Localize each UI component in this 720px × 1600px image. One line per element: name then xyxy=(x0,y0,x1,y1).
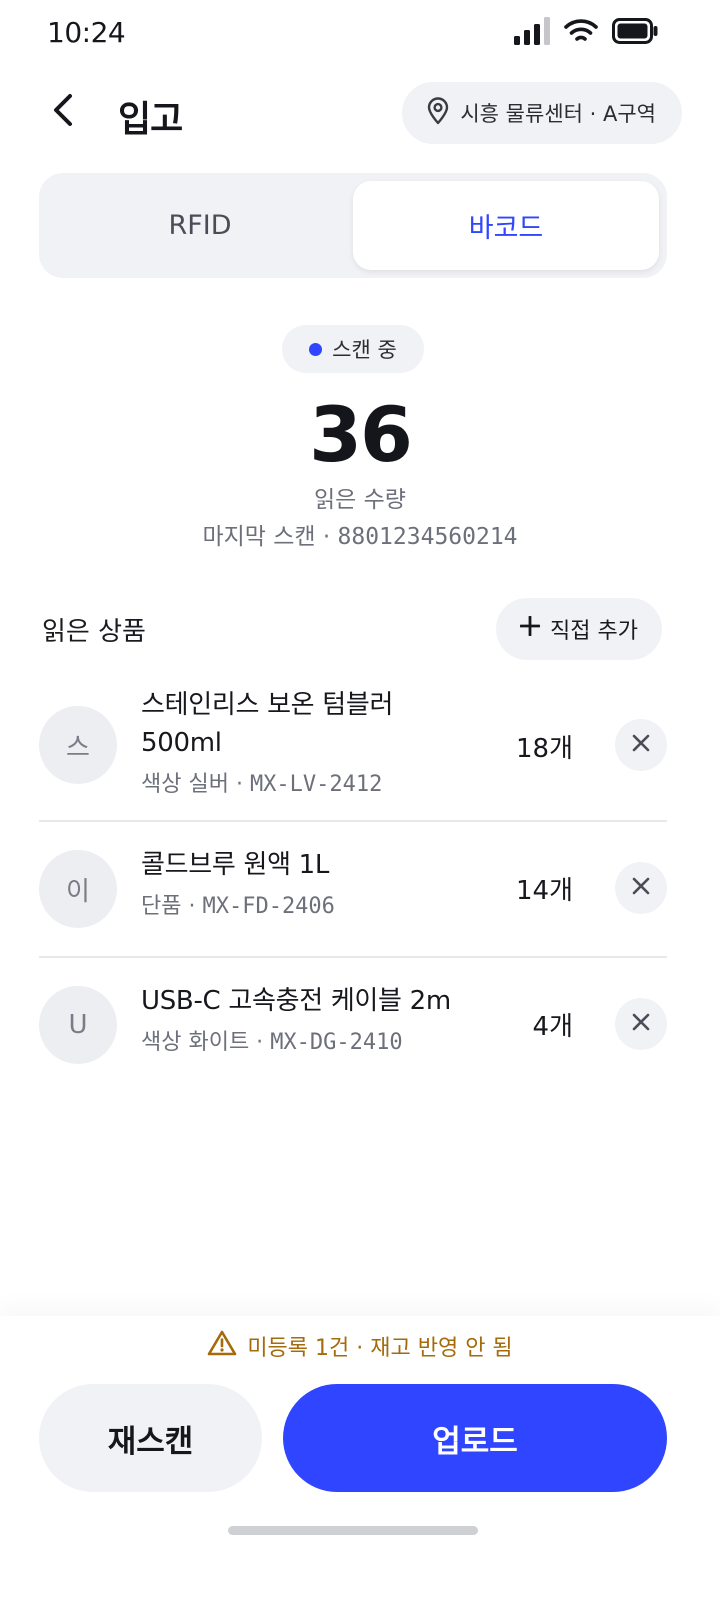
location-label: 시흥 물류센터 · A구역 xyxy=(460,102,656,126)
tab-barcode[interactable]: 바코드 xyxy=(353,181,659,270)
scan-count-label: 읽은 수량 xyxy=(314,487,406,513)
item-name: 콜드브루 원액 1L xyxy=(141,850,330,880)
item-sku: MX-LV-2412 xyxy=(249,772,383,797)
item-sub: 단품 · MX-FD-2406 xyxy=(141,888,441,920)
remove-item-button[interactable] xyxy=(615,862,667,914)
page-title: 입고 xyxy=(118,99,183,140)
item-info: USB-C 고속충전 케이블 2m 색상 화이트 · MX-DG-2410 xyxy=(141,982,501,1056)
item-sku: MX-FD-2406 xyxy=(202,894,335,919)
item-sub: 색상 실버 · MX-LV-2412 xyxy=(141,766,441,798)
rescan-button[interactable]: 재스캔 xyxy=(39,1384,262,1492)
last-scan-label: 마지막 스캔 · xyxy=(202,524,338,550)
wifi-icon xyxy=(564,18,598,48)
status-icons xyxy=(514,17,658,49)
item-name: 스테인리스 보온 텀블러 500ml xyxy=(141,690,394,758)
list-item: 스 스테인리스 보온 텀블러 500ml 색상 실버 · MX-LV-2412 … xyxy=(39,672,667,822)
item-quantity: 4개 xyxy=(532,1012,573,1042)
scanning-dot-icon xyxy=(309,342,323,356)
close-icon xyxy=(632,734,650,756)
item-avatar: 스 xyxy=(39,706,117,784)
item-name: USB-C 고속충전 케이블 2m xyxy=(141,986,451,1016)
manual-add-button[interactable]: 직접 추가 xyxy=(496,598,662,660)
remove-item-button[interactable] xyxy=(615,719,667,771)
last-scan: 마지막 스캔 · 8801234560214 xyxy=(0,517,720,551)
item-quantity: 18개 xyxy=(515,734,573,764)
item-option: 색상 실버 · xyxy=(141,772,250,797)
upload-button[interactable]: 업로드 xyxy=(283,1384,667,1492)
list-item: 이 콜드브루 원액 1L 단품 · MX-FD-2406 14개 xyxy=(39,822,667,958)
item-sku: MX-DG-2410 xyxy=(270,1030,403,1055)
header: 입고 시흥 물류센터 · A구역 xyxy=(0,80,720,146)
item-sub: 색상 화이트 · MX-DG-2410 xyxy=(141,1024,501,1056)
scan-count: 36 xyxy=(309,390,413,479)
item-info: 스테인리스 보온 텀블러 500ml 색상 실버 · MX-LV-2412 xyxy=(141,686,441,798)
location-pin-icon xyxy=(426,96,450,130)
list-title: 읽은 상품 xyxy=(42,617,146,647)
item-option: 색상 화이트 · xyxy=(141,1030,271,1055)
remove-item-button[interactable] xyxy=(615,998,667,1050)
location-chip[interactable]: 시흥 물류센터 · A구역 xyxy=(402,82,682,144)
scan-status-label: 스캔 중 xyxy=(332,338,397,362)
chevron-left-icon xyxy=(50,93,78,131)
item-option: 단품 · xyxy=(141,894,203,919)
status-time: 10:24 xyxy=(47,16,126,49)
close-icon xyxy=(632,877,650,899)
tab-rfid[interactable]: RFID xyxy=(47,181,353,270)
item-avatar: 이 xyxy=(39,850,117,928)
list-item: U USB-C 고속충전 케이블 2m 색상 화이트 · MX-DG-2410 … xyxy=(39,958,667,1094)
status-bar: 10:24 xyxy=(0,0,720,66)
item-avatar: U xyxy=(39,986,117,1064)
scan-status-badge: 스캔 중 xyxy=(282,325,424,373)
bottom-action-panel: 미등록 1건 · 재고 반영 안 됨 재스캔 업로드 xyxy=(0,1316,720,1600)
back-button[interactable] xyxy=(40,88,88,136)
scan-mode-tabs: RFID 바코드 xyxy=(39,173,667,278)
item-quantity: 14개 xyxy=(515,876,573,906)
unregistered-warning: 미등록 1건 · 재고 반영 안 됨 xyxy=(0,1330,720,1362)
scanned-item-list: 스 스테인리스 보온 텀블러 500ml 색상 실버 · MX-LV-2412 … xyxy=(39,672,667,1094)
item-info: 콜드브루 원액 1L 단품 · MX-FD-2406 xyxy=(141,846,441,920)
battery-icon xyxy=(612,18,658,48)
warning-triangle-icon xyxy=(207,1330,237,1362)
close-icon xyxy=(632,1013,650,1035)
last-scan-code: 8801234560214 xyxy=(337,524,518,550)
signal-icon xyxy=(514,17,550,49)
plus-icon xyxy=(519,615,541,642)
warning-label: 미등록 1건 · 재고 반영 안 됨 xyxy=(247,1336,513,1361)
manual-add-label: 직접 추가 xyxy=(550,619,638,644)
home-indicator[interactable] xyxy=(228,1526,478,1535)
